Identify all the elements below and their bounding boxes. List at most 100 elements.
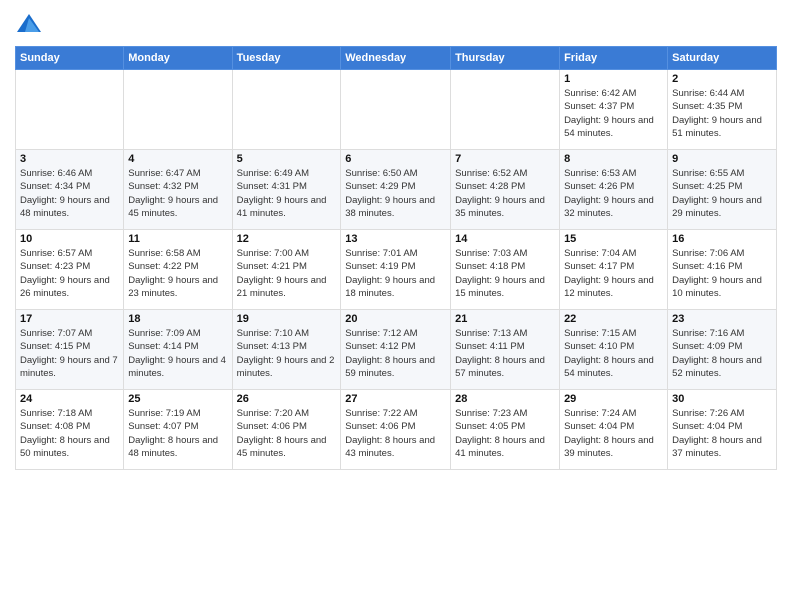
day-info: Sunrise: 7:23 AM Sunset: 4:05 PM Dayligh… [455,407,555,460]
day-number: 1 [564,73,663,85]
day-number: 10 [20,233,119,245]
logo [15,10,47,38]
calendar-cell [16,70,124,150]
day-number: 16 [672,233,772,245]
day-info: Sunrise: 6:47 AM Sunset: 4:32 PM Dayligh… [128,167,227,220]
calendar-cell: 5 Sunrise: 6:49 AM Sunset: 4:31 PM Daylig… [232,150,341,230]
calendar-cell: 16Sunrise: 7:06 AM Sunset: 4:16 PM Dayli… [668,230,777,310]
day-number: 11 [128,233,227,245]
calendar-cell: 4Sunrise: 6:47 AM Sunset: 4:32 PM Daylig… [124,150,232,230]
day-number: 21 [455,313,555,325]
day-info: Sunrise: 7:12 AM Sunset: 4:12 PM Dayligh… [345,327,446,380]
logo-icon [15,10,43,38]
day-info: Sunrise: 7:18 AM Sunset: 4:08 PM Dayligh… [20,407,119,460]
calendar-week-2: 10Sunrise: 6:57 AM Sunset: 4:23 PM Dayli… [16,230,777,310]
calendar-cell: 27Sunrise: 7:22 AM Sunset: 4:06 PM Dayli… [341,390,451,470]
calendar-cell: 20 Sunrise: 7:12 AM Sunset: 4:12 PM Dayli… [341,310,451,390]
day-info: Sunrise: 6:58 AM Sunset: 4:22 PM Dayligh… [128,247,227,300]
day-info: Sunrise: 6:52 AM Sunset: 4:28 PM Dayligh… [455,167,555,220]
day-info: Sunrise: 6:42 AM Sunset: 4:37 PM Dayligh… [564,87,663,140]
day-info: Sunrise: 6:49 AM Sunset: 4:31 PM Dayligh… [237,167,337,220]
day-info: Sunrise: 7:22 AM Sunset: 4:06 PM Dayligh… [345,407,446,460]
day-number: 14 [455,233,555,245]
day-number: 29 [564,393,663,405]
calendar-cell: 2 Sunrise: 6:44 AM Sunset: 4:35 PM Daylig… [668,70,777,150]
calendar-cell: 19 Sunrise: 7:10 AM Sunset: 4:13 PM Dayli… [232,310,341,390]
day-info: Sunrise: 7:24 AM Sunset: 4:04 PM Dayligh… [564,407,663,460]
calendar-cell: 28 Sunrise: 7:23 AM Sunset: 4:05 PM Dayli… [451,390,560,470]
day-number: 3 [20,153,119,165]
day-number: 20 [345,313,446,325]
day-info: Sunrise: 7:07 AM Sunset: 4:15 PM Dayligh… [20,327,119,380]
calendar-body: 1 Sunrise: 6:42 AM Sunset: 4:37 PM Daylig… [16,70,777,470]
day-number: 19 [237,313,337,325]
day-number: 17 [20,313,119,325]
day-info: Sunrise: 6:44 AM Sunset: 4:35 PM Dayligh… [672,87,772,140]
calendar-cell: 18Sunrise: 7:09 AM Sunset: 4:14 PM Dayli… [124,310,232,390]
day-info: Sunrise: 6:53 AM Sunset: 4:26 PM Dayligh… [564,167,663,220]
calendar-header-sunday: Sunday [16,47,124,70]
day-number: 25 [128,393,227,405]
calendar-cell: 1 Sunrise: 6:42 AM Sunset: 4:37 PM Daylig… [560,70,668,150]
calendar-week-4: 24 Sunrise: 7:18 AM Sunset: 4:08 PM Dayli… [16,390,777,470]
day-info: Sunrise: 6:55 AM Sunset: 4:25 PM Dayligh… [672,167,772,220]
calendar-cell: 25 Sunrise: 7:19 AM Sunset: 4:07 PM Dayli… [124,390,232,470]
calendar-cell: 21 Sunrise: 7:13 AM Sunset: 4:11 PM Dayli… [451,310,560,390]
day-number: 24 [20,393,119,405]
calendar-cell: 30 Sunrise: 7:26 AM Sunset: 4:04 PM Dayli… [668,390,777,470]
day-info: Sunrise: 7:09 AM Sunset: 4:14 PM Dayligh… [128,327,227,380]
calendar-cell: 10Sunrise: 6:57 AM Sunset: 4:23 PM Dayli… [16,230,124,310]
day-info: Sunrise: 7:10 AM Sunset: 4:13 PM Dayligh… [237,327,337,380]
calendar: SundayMondayTuesdayWednesdayThursdayFrid… [15,46,777,470]
day-number: 6 [345,153,446,165]
calendar-cell [341,70,451,150]
calendar-cell: 23 Sunrise: 7:16 AM Sunset: 4:09 PM Dayli… [668,310,777,390]
calendar-header-wednesday: Wednesday [341,47,451,70]
calendar-cell: 9 Sunrise: 6:55 AM Sunset: 4:25 PM Daylig… [668,150,777,230]
calendar-cell: 13 Sunrise: 7:01 AM Sunset: 4:19 PM Dayli… [341,230,451,310]
calendar-header-saturday: Saturday [668,47,777,70]
day-number: 8 [564,153,663,165]
calendar-cell: 11 Sunrise: 6:58 AM Sunset: 4:22 PM Dayli… [124,230,232,310]
day-number: 9 [672,153,772,165]
calendar-cell: 3 Sunrise: 6:46 AM Sunset: 4:34 PM Daylig… [16,150,124,230]
calendar-cell: 29 Sunrise: 7:24 AM Sunset: 4:04 PM Dayli… [560,390,668,470]
calendar-cell: 22 Sunrise: 7:15 AM Sunset: 4:10 PM Dayli… [560,310,668,390]
day-number: 2 [672,73,772,85]
day-info: Sunrise: 7:26 AM Sunset: 4:04 PM Dayligh… [672,407,772,460]
calendar-cell: 26 Sunrise: 7:20 AM Sunset: 4:06 PM Dayli… [232,390,341,470]
calendar-week-3: 17 Sunrise: 7:07 AM Sunset: 4:15 PM Dayli… [16,310,777,390]
calendar-week-0: 1 Sunrise: 6:42 AM Sunset: 4:37 PM Daylig… [16,70,777,150]
day-info: Sunrise: 7:00 AM Sunset: 4:21 PM Dayligh… [237,247,337,300]
day-number: 28 [455,393,555,405]
calendar-cell [124,70,232,150]
page: SundayMondayTuesdayWednesdayThursdayFrid… [0,0,792,612]
day-number: 22 [564,313,663,325]
calendar-header-thursday: Thursday [451,47,560,70]
day-number: 23 [672,313,772,325]
day-info: Sunrise: 7:20 AM Sunset: 4:06 PM Dayligh… [237,407,337,460]
day-info: Sunrise: 7:13 AM Sunset: 4:11 PM Dayligh… [455,327,555,380]
calendar-cell: 12 Sunrise: 7:00 AM Sunset: 4:21 PM Dayli… [232,230,341,310]
day-number: 7 [455,153,555,165]
calendar-cell: 24 Sunrise: 7:18 AM Sunset: 4:08 PM Dayli… [16,390,124,470]
day-number: 12 [237,233,337,245]
day-info: Sunrise: 6:46 AM Sunset: 4:34 PM Dayligh… [20,167,119,220]
calendar-cell: 6 Sunrise: 6:50 AM Sunset: 4:29 PM Daylig… [341,150,451,230]
day-info: Sunrise: 7:19 AM Sunset: 4:07 PM Dayligh… [128,407,227,460]
day-info: Sunrise: 7:15 AM Sunset: 4:10 PM Dayligh… [564,327,663,380]
day-info: Sunrise: 6:50 AM Sunset: 4:29 PM Dayligh… [345,167,446,220]
day-info: Sunrise: 7:16 AM Sunset: 4:09 PM Dayligh… [672,327,772,380]
day-number: 5 [237,153,337,165]
day-number: 13 [345,233,446,245]
calendar-cell [232,70,341,150]
day-info: Sunrise: 7:01 AM Sunset: 4:19 PM Dayligh… [345,247,446,300]
calendar-header-friday: Friday [560,47,668,70]
header [15,10,777,38]
day-number: 26 [237,393,337,405]
calendar-cell: 15Sunrise: 7:04 AM Sunset: 4:17 PM Dayli… [560,230,668,310]
day-number: 15 [564,233,663,245]
calendar-week-1: 3 Sunrise: 6:46 AM Sunset: 4:34 PM Daylig… [16,150,777,230]
day-number: 30 [672,393,772,405]
calendar-cell: 7 Sunrise: 6:52 AM Sunset: 4:28 PM Daylig… [451,150,560,230]
